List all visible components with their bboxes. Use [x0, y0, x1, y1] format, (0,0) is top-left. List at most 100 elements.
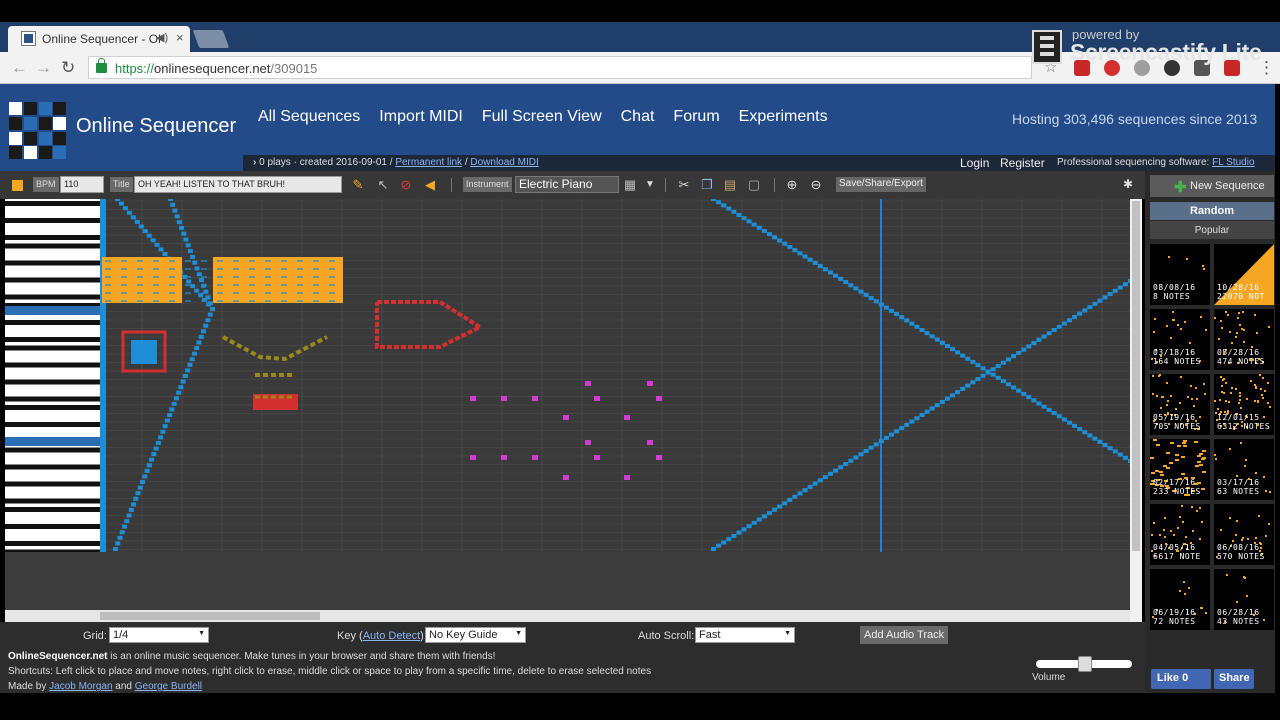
sequence-thumbnail[interactable]: 08/08/16 8 NOTES: [1150, 244, 1210, 305]
paste-icon[interactable]: ▤: [722, 177, 738, 193]
thumbnail-note: [1260, 388, 1262, 390]
thumbnail-note: [1265, 535, 1267, 537]
sequence-thumbnail[interactable]: 10/28/16 22070 NOT: [1214, 244, 1274, 305]
sequence-thumbnail[interactable]: 04/05/16 6617 NOTE: [1150, 504, 1210, 565]
piano-roll-canvas[interactable]: [5, 199, 1142, 552]
title-input[interactable]: OH YEAH! LISTEN TO THAT BRUH!: [134, 176, 342, 193]
note: [162, 252, 168, 256]
thumbnail-note: [1199, 464, 1203, 466]
thumbnail-note: [1265, 490, 1267, 492]
select-pointer-icon[interactable]: ↖: [375, 177, 391, 193]
thumbnail-note: [1175, 459, 1179, 461]
grid-select[interactable]: 1/4: [109, 627, 209, 643]
audio-playing-icon[interactable]: ◀): [156, 31, 168, 44]
sequence-thumbnail[interactable]: 06/08/16 570 NOTES: [1214, 504, 1274, 565]
key-select[interactable]: No Key Guide: [425, 627, 526, 643]
note: [170, 202, 176, 207]
sequence-thumbnail[interactable]: 05/19/16 705 NOTES: [1150, 374, 1210, 435]
thumbnail-note: [1152, 393, 1154, 395]
note: [1016, 350, 1022, 355]
thumbnail-note: [1159, 534, 1161, 536]
zoom-in-icon[interactable]: ⊕: [784, 177, 800, 193]
nav-import-midi[interactable]: Import MIDI: [379, 108, 463, 126]
note: [995, 363, 1001, 368]
author-link[interactable]: Jacob Morgan: [49, 681, 112, 692]
tab-random[interactable]: Random: [1150, 202, 1274, 220]
download-midi-link[interactable]: Download MIDI: [470, 157, 538, 168]
zoom-out-icon[interactable]: ⊖: [808, 177, 824, 193]
facebook-like-button[interactable]: Like 0: [1151, 669, 1211, 689]
nav-experiments[interactable]: Experiments: [739, 108, 828, 126]
sequence-thumbnail[interactable]: 06/19/16 72 NOTES: [1150, 569, 1210, 630]
new-tab-button[interactable]: [192, 30, 230, 48]
piano-key-black: [5, 524, 100, 529]
note: [624, 415, 630, 420]
facebook-share-button[interactable]: Share: [1214, 669, 1254, 689]
instrument-select[interactable]: Electric Piano: [515, 176, 619, 193]
tab-popular[interactable]: Popular: [1150, 221, 1274, 239]
site-logo[interactable]: Online Sequencer: [0, 84, 243, 171]
back-arrow-icon[interactable]: ←: [11, 58, 28, 78]
register-link[interactable]: Register: [1000, 156, 1045, 170]
note: [656, 396, 662, 401]
instrument-label: Instrument: [463, 177, 512, 192]
sequence-thumbnail[interactable]: 05/28/16 474 NOTES: [1214, 309, 1274, 370]
autoscroll-select[interactable]: Fast: [695, 627, 795, 643]
save-share-export-button[interactable]: Save/Share/Export: [836, 177, 926, 192]
thumbnail-note: [1196, 510, 1198, 512]
note: [756, 225, 762, 230]
reload-icon[interactable]: ↻: [61, 58, 75, 78]
address-bar[interactable]: https://onlinesequencer.net/309015: [88, 56, 1032, 79]
author-link[interactable]: George Burdell: [135, 681, 202, 692]
thumbnail-note: [1152, 375, 1154, 377]
note: [133, 496, 139, 501]
thumbnail-note: [1219, 399, 1221, 401]
pencil-icon[interactable]: ✎: [350, 177, 366, 193]
nav-full-screen-view[interactable]: Full Screen View: [482, 108, 602, 126]
note: [812, 481, 818, 486]
sequence-thumbnail[interactable]: 02/17/16 233 NOTES: [1150, 439, 1210, 500]
bpm-input[interactable]: 110: [60, 176, 104, 193]
nav-all-sequences[interactable]: All Sequences: [258, 108, 360, 126]
speaker-icon[interactable]: ◀: [422, 177, 438, 193]
sequence-thumbnail[interactable]: 06/28/16 43 NOTES: [1214, 569, 1274, 630]
note: [914, 324, 920, 329]
scroll-thumb[interactable]: [100, 612, 320, 620]
thumbnail-note: [1200, 316, 1202, 318]
browser-tab[interactable]: Online Sequencer - Ol ◀) ×: [8, 26, 190, 52]
chevron-down-icon[interactable]: ▼: [642, 177, 658, 193]
thumbnail-note: [1269, 406, 1271, 408]
copy-icon[interactable]: ❐: [699, 177, 715, 193]
stop-button[interactable]: [12, 180, 23, 191]
sequence-thumbnail[interactable]: 03/17/16 63 NOTES: [1214, 439, 1274, 500]
permanent-link[interactable]: Permanent link: [395, 157, 462, 168]
close-tab-icon[interactable]: ×: [176, 30, 184, 45]
login-link[interactable]: Login: [960, 156, 989, 170]
horizontal-scrollbar[interactable]: [5, 610, 1130, 622]
fl-studio-link[interactable]: FL Studio: [1212, 157, 1254, 168]
nav-chat[interactable]: Chat: [621, 108, 655, 126]
select-all-icon[interactable]: ▢: [746, 177, 762, 193]
cut-icon[interactable]: ✂: [676, 177, 692, 193]
piano-roll-editor[interactable]: [5, 199, 1142, 552]
note: [777, 238, 783, 243]
erase-icon[interactable]: ⊘: [398, 177, 414, 193]
instrument-settings-icon[interactable]: ▦: [622, 177, 638, 193]
thumbnail-note: [1159, 374, 1161, 376]
bug-report-icon[interactable]: ✱: [1123, 177, 1133, 191]
thumbnail-note: [1201, 488, 1205, 490]
add-audio-track-button[interactable]: Add Audio Track: [860, 626, 949, 644]
nav-forum[interactable]: Forum: [673, 108, 719, 126]
chevron-right-icon: ›: [253, 157, 257, 168]
sequence-thumbnail[interactable]: 03/18/16 164 NOTES: [1150, 309, 1210, 370]
volume-slider-handle[interactable]: [1078, 656, 1092, 672]
scroll-thumb[interactable]: [1132, 201, 1140, 551]
new-sequence-button[interactable]: ✚ New Sequence: [1150, 175, 1274, 197]
note: [563, 475, 569, 480]
forward-arrow-icon[interactable]: →: [35, 58, 52, 78]
auto-detect-link[interactable]: Auto Detect: [363, 630, 420, 642]
thumbnail-note-count: 8 NOTES: [1153, 292, 1191, 301]
note: [1117, 285, 1123, 290]
sequence-thumbnail[interactable]: 12/01/15 6312 NOTES: [1214, 374, 1274, 435]
vertical-scrollbar[interactable]: [1130, 199, 1142, 622]
